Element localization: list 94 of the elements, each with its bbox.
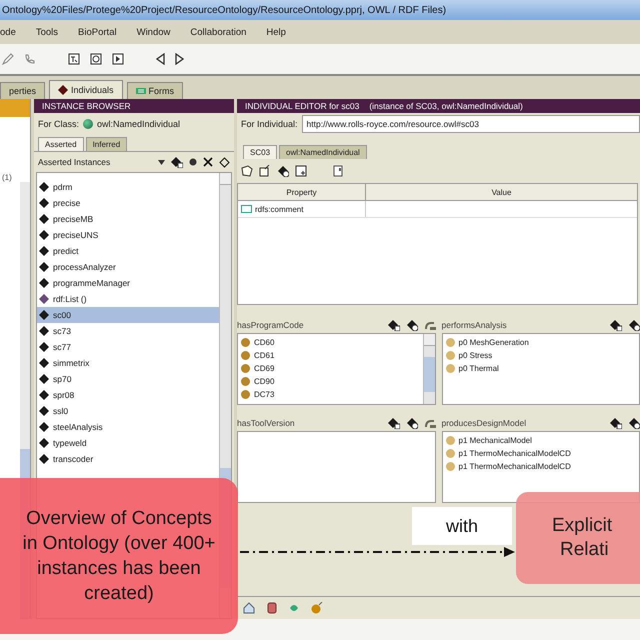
instance-item[interactable]: sc77 bbox=[37, 339, 219, 355]
instance-item[interactable]: programmeManager bbox=[37, 275, 219, 291]
frame-icon[interactable] bbox=[68, 53, 80, 65]
instance-item[interactable]: predict bbox=[37, 243, 219, 259]
form-icon bbox=[136, 86, 146, 96]
tab[interactable]: owl:NamedIndividual bbox=[279, 145, 367, 159]
database-icon[interactable] bbox=[267, 602, 277, 614]
instance-count: (1) bbox=[2, 173, 13, 182]
diamond-icon bbox=[58, 85, 68, 95]
column-header[interactable]: Property bbox=[238, 184, 366, 200]
menu-item[interactable]: ode bbox=[0, 26, 16, 38]
callout-box: Overview of Concepts in Ontology (over 400+ instances has been created) bbox=[0, 478, 238, 634]
dropdown-icon[interactable] bbox=[158, 160, 165, 164]
class-name: owl:NamedIndividual bbox=[97, 119, 180, 129]
edit-note-icon[interactable] bbox=[259, 165, 271, 177]
property-title: performsAnalysis bbox=[442, 320, 508, 330]
menu-item[interactable]: Window bbox=[136, 26, 170, 38]
column-header[interactable]: Value bbox=[366, 184, 637, 200]
value-item[interactable]: CD69 bbox=[254, 364, 274, 373]
instance-item[interactable]: spr08 bbox=[37, 387, 219, 403]
field-label: For Individual: bbox=[241, 119, 298, 129]
diamond-outline-icon[interactable] bbox=[219, 156, 230, 168]
instance-item[interactable]: preciseUNS bbox=[37, 227, 219, 243]
menu-item[interactable]: Collaboration bbox=[190, 26, 246, 38]
add-instance-icon[interactable] bbox=[388, 319, 400, 331]
instance-item[interactable]: typeweld bbox=[37, 435, 219, 451]
value-item[interactable]: p0 MeshGeneration bbox=[458, 338, 529, 347]
instance-item[interactable]: precise bbox=[37, 195, 219, 211]
value-item[interactable]: p0 Thermal bbox=[458, 364, 499, 373]
bomb-icon[interactable] bbox=[311, 602, 323, 614]
value-item[interactable]: p1 ThermoMechanicalModelCD bbox=[458, 462, 571, 471]
link-icon[interactable] bbox=[424, 319, 436, 331]
value-item[interactable]: CD90 bbox=[254, 377, 274, 386]
scroll-bar[interactable] bbox=[422, 334, 434, 404]
class-icon bbox=[83, 119, 94, 129]
phone-icon[interactable] bbox=[24, 53, 36, 65]
remove-instance-icon[interactable] bbox=[406, 319, 418, 331]
forward-icon[interactable] bbox=[175, 53, 184, 65]
link-icon[interactable] bbox=[424, 417, 436, 429]
tab[interactable]: Asserted bbox=[38, 137, 84, 151]
add-instance-icon[interactable] bbox=[610, 319, 622, 331]
add-instance-icon[interactable] bbox=[610, 417, 622, 429]
instance-item[interactable]: ssl0 bbox=[37, 403, 219, 419]
value-item[interactable]: CD60 bbox=[254, 338, 274, 347]
delete-icon[interactable] bbox=[203, 157, 213, 167]
menu-item[interactable]: BioPortal bbox=[78, 26, 117, 38]
panel-title: INSTANCE BROWSER bbox=[42, 101, 131, 111]
property-title: hasProgramCode bbox=[237, 320, 305, 330]
house-icon[interactable] bbox=[243, 602, 255, 614]
instance-item[interactable]: preciseMB bbox=[37, 211, 219, 227]
property-title: hasToolVersion bbox=[237, 418, 296, 428]
value-item[interactable]: p0 Stress bbox=[458, 351, 492, 360]
instance-item[interactable]: rdf:List () bbox=[37, 291, 219, 307]
instance-item[interactable]: pdrm bbox=[37, 179, 219, 195]
remove-instance-icon[interactable] bbox=[628, 319, 640, 331]
value-item[interactable]: CD61 bbox=[254, 351, 274, 360]
property-title: producesDesignModel bbox=[442, 418, 528, 428]
pencil-icon[interactable] bbox=[2, 53, 14, 65]
add-frame-icon[interactable] bbox=[295, 165, 307, 177]
table-cell: rdfs:comment bbox=[255, 204, 304, 214]
connector-label: with bbox=[412, 507, 512, 545]
panel-title: INDIVIDUAL EDITOR for sc03 bbox=[245, 101, 360, 111]
menu-item[interactable]: Tools bbox=[36, 26, 58, 38]
instance-item[interactable]: sp70 bbox=[37, 371, 219, 387]
instance-item[interactable]: steelAnalysis bbox=[37, 419, 219, 435]
add-instance-icon[interactable] bbox=[171, 156, 183, 168]
remove-instance-icon[interactable] bbox=[628, 417, 640, 429]
tab[interactable]: Forms bbox=[126, 82, 184, 99]
tab[interactable]: Individuals bbox=[49, 80, 123, 99]
panel-icon[interactable] bbox=[333, 165, 343, 177]
instance-item[interactable]: transcoder bbox=[37, 451, 219, 467]
instance-item[interactable]: sc73 bbox=[37, 323, 219, 339]
uri-field[interactable]: http://www.rolls-royce.com/resource.owl#sc03 bbox=[302, 115, 640, 133]
value-item[interactable]: p1 ThermoMechanicalModelCD bbox=[458, 449, 571, 458]
instance-icon[interactable] bbox=[277, 165, 289, 177]
field-label: For Class: bbox=[38, 119, 80, 129]
menu-item[interactable]: Help bbox=[266, 26, 286, 38]
dot-icon[interactable] bbox=[189, 158, 197, 166]
instance-item[interactable]: sc00 bbox=[37, 307, 219, 323]
value-item[interactable]: p1 MechanicalModel bbox=[458, 436, 532, 445]
tab[interactable]: Inferred bbox=[86, 137, 128, 151]
property-icon bbox=[241, 205, 252, 213]
instance-item[interactable]: simmetrix bbox=[37, 355, 219, 371]
window-title: Ontology%20Files/Protege%20Project/ResourceOntology/ResourceOntology.pprj, OWL / RDF Files) bbox=[2, 4, 446, 16]
panel-subtitle: (instance of SC03, owl:NamedIndividual) bbox=[369, 101, 523, 111]
list-title: Asserted Instances bbox=[38, 157, 112, 167]
value-item[interactable]: DC73 bbox=[254, 390, 274, 399]
back-icon[interactable] bbox=[156, 53, 165, 65]
instance-item[interactable]: processAnalyzer bbox=[37, 259, 219, 275]
remove-instance-icon[interactable] bbox=[406, 417, 418, 429]
callout-box: Explicit Relati bbox=[516, 492, 640, 584]
tab[interactable]: perties bbox=[0, 82, 46, 99]
add-instance-icon[interactable] bbox=[388, 417, 400, 429]
tab[interactable]: SC03 bbox=[243, 145, 278, 159]
